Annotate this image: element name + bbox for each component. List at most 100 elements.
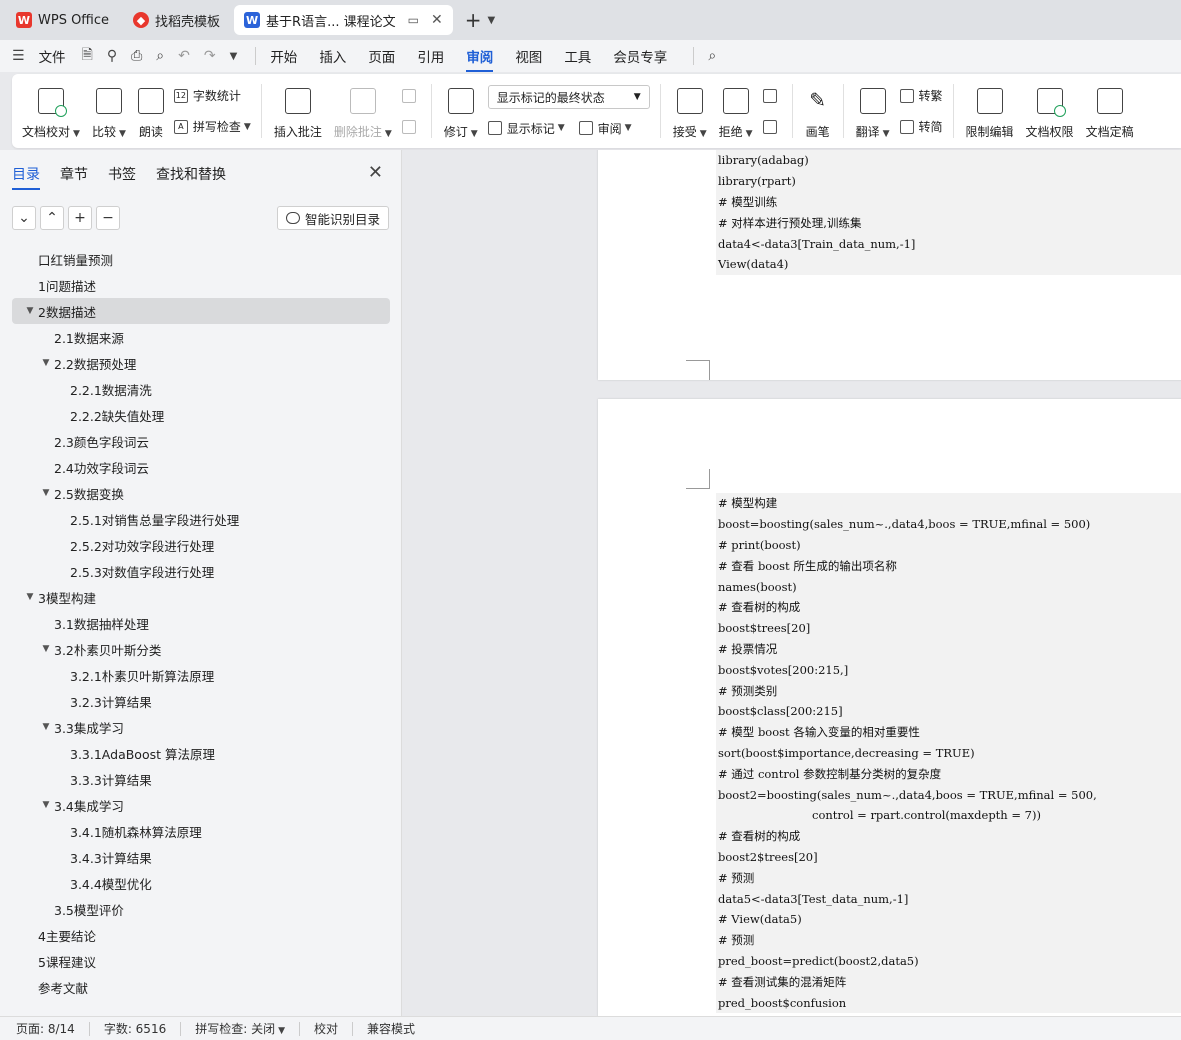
toc-item[interactable]: ▼ 2数据描述 [12,298,390,324]
toc-item[interactable]: 3.4.4模型优化 [12,870,390,896]
toc-item[interactable]: 3.5模型评价 [12,896,390,922]
to-traditional-button[interactable]: 转繁 [899,87,943,104]
hamburger-icon[interactable]: ☰ [12,48,25,64]
toc-item[interactable]: 3.4.1随机森林算法原理 [12,818,390,844]
menu-view[interactable]: 视图 [515,46,542,66]
collapse-arrow-icon[interactable]: ▼ [38,800,54,810]
read-aloud-button[interactable]: 朗读 [132,80,170,142]
spell-check-button[interactable]: A 拼写检查 ▼ [173,118,251,135]
collapse-arrow-icon[interactable]: ▼ [38,488,54,498]
toc-item[interactable]: ▼ 3.3集成学习 [12,714,390,740]
toc-item[interactable]: 2.5.2对功效字段进行处理 [12,532,390,558]
restrict-edit-button[interactable]: 限制编辑 [960,80,1020,142]
toc-item[interactable]: 3.4.3计算结果 [12,844,390,870]
toc-item[interactable]: 1问题描述 [12,272,390,298]
close-icon[interactable]: ✕ [431,12,443,28]
menu-vip[interactable]: 会员专享 [613,46,667,66]
pen-icon: ✎ [809,88,826,112]
new-tab-icon[interactable]: + [465,8,482,32]
doc-finalize-button[interactable]: 文档定稿 [1080,80,1140,142]
delete-comment-button[interactable]: 删除批注 ▼ [328,80,398,142]
reject-button[interactable]: 拒绝 ▼ [713,80,759,142]
doc-permission-button[interactable]: 文档权限 [1020,80,1080,142]
tab-document[interactable]: W 基于R语言... 课程论文 ▭ ✕ [234,5,453,35]
expand-icon[interactable]: ⌄ [12,206,36,230]
spell-check-indicator[interactable]: 拼写检查: 关闭 ▼ [195,1020,285,1037]
toc-item[interactable]: 2.2.1数据清洗 [12,376,390,402]
tab-toc[interactable]: 目录 [12,164,40,190]
tab-chapters[interactable]: 章节 [60,164,88,184]
translate-button[interactable]: 翻译 ▼ [850,80,896,142]
toc-item[interactable]: 2.3颜色字段词云 [12,428,390,454]
toc-item[interactable]: 2.5.3对数值字段进行处理 [12,558,390,584]
collapse-icon[interactable]: ⌃ [40,206,64,230]
show-markup-button[interactable]: 显示标记 ▼ [487,120,565,137]
next-comment-button[interactable] [401,119,421,134]
compare-button[interactable]: 比较 ▼ [86,80,132,142]
toc-item[interactable]: 口红销量预测 [12,246,390,272]
toc-item[interactable]: 2.4功效字段词云 [12,454,390,480]
menu-home[interactable]: 开始 [270,46,297,66]
close-icon[interactable]: ✕ [368,162,383,183]
redo-icon[interactable]: ↷ [204,48,216,64]
tab-docer-templates[interactable]: ◆ 找稻壳模板 [123,5,230,35]
toc-item[interactable]: 3.1数据抽样处理 [12,610,390,636]
prev-change-button[interactable] [762,88,782,103]
collapse-arrow-icon[interactable]: ▼ [22,592,38,602]
chevron-down-icon[interactable]: ▼ [230,51,238,62]
insert-comment-button[interactable]: 插入批注 [268,80,328,142]
toc-item[interactable]: 2.2.2缺失值处理 [12,402,390,428]
share-icon[interactable]: ⚲ [107,48,117,64]
toc-item[interactable]: ▼ 2.5数据变换 [12,480,390,506]
chevron-down-icon[interactable]: ▼ [487,15,495,26]
toc-item[interactable]: 2.5.1对销售总量字段进行处理 [12,506,390,532]
doc-check-button[interactable]: 文档校对 ▼ [16,80,86,142]
remove-icon[interactable]: − [96,206,120,230]
toc-item[interactable]: 3.2.3计算结果 [12,688,390,714]
toc-item[interactable]: 4主要结论 [12,922,390,948]
add-icon[interactable]: + [68,206,92,230]
toc-item[interactable]: 5课程建议 [12,948,390,974]
word-count-button[interactable]: 12 字数统计 [173,87,251,104]
menu-review[interactable]: 审阅 [466,46,494,72]
menu-insert[interactable]: 插入 [319,46,346,66]
toc-item[interactable]: 3.2.1朴素贝叶斯算法原理 [12,662,390,688]
collapse-arrow-icon[interactable]: ▼ [38,358,54,368]
toc-item[interactable]: ▼ 3模型构建 [12,584,390,610]
accept-button[interactable]: 接受 ▼ [667,80,713,142]
review-pane-button[interactable]: 审阅 ▼ [578,120,632,137]
toc-item[interactable]: 参考文献 [12,974,390,1000]
collapse-arrow-icon[interactable]: ▼ [38,722,54,732]
page-indicator[interactable]: 页面: 8/14 [16,1020,75,1037]
tab-wps-office[interactable]: W WPS Office [6,5,119,35]
collapse-arrow-icon[interactable]: ▼ [38,644,54,654]
menu-page[interactable]: 页面 [368,46,395,66]
next-change-button[interactable] [762,119,782,134]
menu-references[interactable]: 引用 [417,46,444,66]
toc-item[interactable]: 3.3.1AdaBoost 算法原理 [12,740,390,766]
toc-item[interactable]: ▼ 3.2朴素贝叶斯分类 [12,636,390,662]
undo-icon[interactable]: ↶ [178,48,190,64]
toc-item[interactable]: 2.1数据来源 [12,324,390,350]
search-icon[interactable]: ⌕ [708,48,716,64]
collapse-arrow-icon[interactable]: ▼ [22,306,38,316]
tab-bookmarks[interactable]: 书签 [108,164,136,184]
tab-find-replace[interactable]: 查找和替换 [156,164,226,184]
proofread-indicator[interactable]: 校对 [314,1020,338,1037]
word-count-indicator[interactable]: 字数: 6516 [104,1020,166,1037]
toc-item[interactable]: ▼ 2.2数据预处理 [12,350,390,376]
markup-state-select[interactable]: 显示标记的最终状态 ▼ [487,85,650,110]
toc-item[interactable]: 3.3.3计算结果 [12,766,390,792]
pen-button[interactable]: ✎ 画笔 [799,80,837,142]
print-icon[interactable]: ⎙ [131,48,142,64]
monitor-icon[interactable]: ▭ [408,13,419,27]
smart-toc-button[interactable]: 智能识别目录 [276,206,389,230]
prev-comment-button[interactable] [401,88,421,103]
print-preview-icon[interactable]: ⌕ [156,48,164,64]
menu-file[interactable]: 文件 [39,46,66,66]
menu-tools[interactable]: 工具 [564,46,591,66]
toc-item[interactable]: ▼ 3.4集成学习 [12,792,390,818]
to-simplified-button[interactable]: 转简 [899,118,943,135]
save-icon[interactable]: 🗎 [82,44,93,68]
track-changes-button[interactable]: 修订 ▼ [438,80,484,142]
